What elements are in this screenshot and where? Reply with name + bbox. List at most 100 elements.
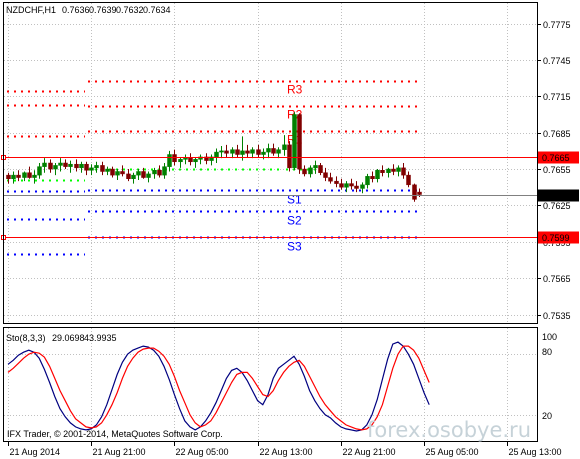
stochastic-axis-top: 100 <box>542 332 557 342</box>
candle-body-57 <box>302 168 307 175</box>
candle-body-69 <box>365 176 370 186</box>
candle-body-6 <box>37 166 42 176</box>
time-tick-label-2: 22 Aug 05:00 <box>176 447 229 457</box>
candle-body-20 <box>110 168 115 176</box>
candle-body-31 <box>167 154 172 167</box>
candle-body-47 <box>250 149 255 154</box>
price-tick-label-7: 0.7565 <box>543 274 571 284</box>
candle-body-46 <box>245 150 250 154</box>
candle-body-5 <box>32 174 37 178</box>
candle-body-9 <box>53 165 58 170</box>
candle-body-3 <box>22 172 27 178</box>
candle-body-19 <box>105 168 110 172</box>
candle-body-48 <box>256 149 261 155</box>
candle-body-16 <box>89 167 94 171</box>
stochastic-level-low: 20 <box>542 411 552 421</box>
candle-body-4 <box>27 172 32 178</box>
candle-body-28 <box>152 170 157 175</box>
candle-body-45 <box>240 150 245 155</box>
candle-body-78 <box>412 184 417 200</box>
price-grid <box>4 3 537 323</box>
price-tick-label-3: 0.7685 <box>543 129 571 139</box>
candle-body-73 <box>386 168 391 173</box>
candle-body-13 <box>74 163 79 169</box>
time-axis: 21 Aug 2014 21 Aug 21:00 22 Aug 05:00 22 Au… <box>8 442 562 457</box>
candle-body-10 <box>58 162 63 166</box>
candle-body-70 <box>370 176 375 180</box>
time-tick-label-4: 22 Aug 21:00 <box>343 447 396 457</box>
copyright-text: IFX Trader, © 2001-2014, MetaQuotes Soft… <box>7 429 223 439</box>
price-tick-label-1: 0.7745 <box>543 56 571 66</box>
candle-body-26 <box>141 171 146 178</box>
candle-body-74 <box>391 168 396 172</box>
watermark: forex.osobye.ru <box>367 418 531 442</box>
candle-body-12 <box>68 163 73 167</box>
candle-body-33 <box>178 159 183 163</box>
candle-body-79 <box>417 191 422 195</box>
ohlc-close: 0.7634 <box>143 5 171 15</box>
hline-tag-1: 0.7599 <box>542 233 570 243</box>
price-chart: R3R2R1S1S2S3 0.77750.77450.77150.76850.7… <box>1 2 579 457</box>
price-tick-label-5: 0.7625 <box>543 201 571 211</box>
candle-body-23 <box>126 173 131 180</box>
time-tick-label-3: 22 Aug 13:00 <box>260 447 313 457</box>
candle-body-0 <box>6 174 11 180</box>
pivot-levels: R3R2R1S1S2S3 <box>7 80 422 256</box>
time-tick-label-5: 25 Aug 05:00 <box>426 447 479 457</box>
price-tick-label-4: 0.7655 <box>543 165 571 175</box>
candle-body-24 <box>131 174 136 180</box>
price-tick-label-8: 0.7535 <box>543 311 571 321</box>
candle-body-29 <box>157 170 162 176</box>
candle-body-65 <box>344 183 349 188</box>
stochastic-level-high: 80 <box>542 347 552 357</box>
candle-body-54 <box>287 144 292 169</box>
candle-body-76 <box>401 167 406 176</box>
candle-body-8 <box>48 162 53 170</box>
candle-body-11 <box>63 162 68 167</box>
candle-body-56 <box>297 114 302 170</box>
level-label-s2: S2 <box>287 214 302 228</box>
stochastic-main-value: 29.0698 <box>52 333 85 343</box>
candle-body-1 <box>11 174 16 180</box>
candle-body-41 <box>219 150 224 153</box>
price-axis: 0.7775 0.7745 0.7715 0.7685 0.7655 0.7625 0.75… <box>537 20 571 321</box>
candle-body-62 <box>328 177 333 182</box>
candle-body-21 <box>115 171 120 176</box>
candle-body-7 <box>42 162 47 167</box>
price-tick-label-0: 0.7775 <box>543 20 571 30</box>
candle-body-60 <box>318 165 323 173</box>
candle-body-75 <box>396 167 401 172</box>
main-window-frame <box>3 2 538 324</box>
current-price-tag: 0.7634 <box>542 191 570 201</box>
candle-body-2 <box>16 174 21 178</box>
candle-body-51 <box>271 148 276 154</box>
candle-body-72 <box>380 170 385 173</box>
candle-body-67 <box>354 185 359 189</box>
candle-body-14 <box>79 163 84 169</box>
stochastic-label: Sto(8,3,3) <box>6 333 46 343</box>
candle-body-27 <box>146 173 151 178</box>
candle-body-59 <box>313 165 318 169</box>
candle-body-34 <box>183 157 188 160</box>
hline-tag-0: 0.7665 <box>542 153 570 163</box>
price-tick-label-2: 0.7715 <box>543 92 571 102</box>
candle-body-40 <box>214 151 219 158</box>
candle-body-30 <box>162 166 167 176</box>
stochastic-signal-value: 43.9935 <box>84 333 117 343</box>
time-tick-label-0: 21 Aug 2014 <box>10 447 61 457</box>
candle-body-18 <box>100 165 105 172</box>
candle-body-71 <box>375 170 380 180</box>
candlesticks <box>6 112 422 202</box>
candle-body-44 <box>235 149 240 155</box>
candle-body-53 <box>282 144 287 150</box>
candle-body-15 <box>84 163 89 171</box>
ohlc-open: 0.7636 <box>62 5 90 15</box>
candle-body-50 <box>266 148 271 153</box>
candle-body-36 <box>193 159 198 163</box>
candle-body-77 <box>406 174 411 186</box>
level-label-s3: S3 <box>287 240 302 254</box>
candle-body-42 <box>224 150 229 154</box>
candle-body-43 <box>230 149 235 154</box>
ohlc-high: 0.7639 <box>89 5 117 15</box>
ohlc-low: 0.7632 <box>116 5 144 15</box>
